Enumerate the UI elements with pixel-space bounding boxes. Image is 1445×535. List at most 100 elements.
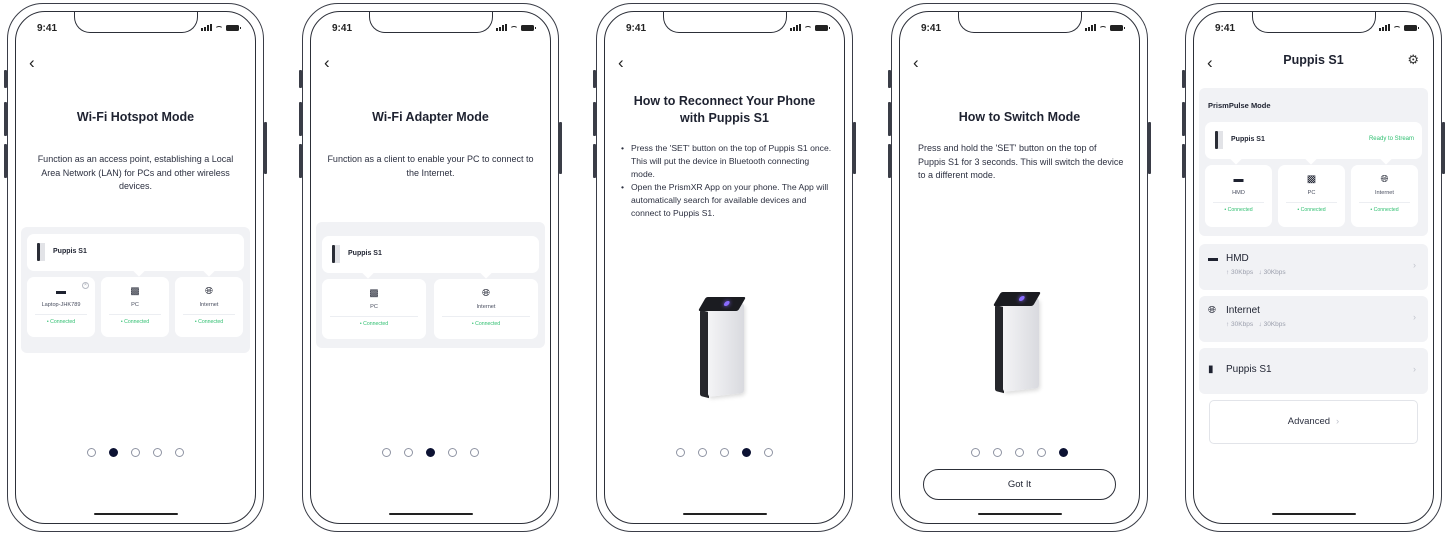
node-card[interactable]: ▩ PC • Connected [322,279,426,339]
screen: 9:41 ‹ Wi-Fi Hotspot Mode Function as an… [15,11,256,524]
list-item-speed: ↑ 30Kbps ↓ 30Kbps [1226,269,1286,276]
router-icon: ▮ [1208,364,1214,375]
node-card[interactable]: ▩ PC • Connected [1278,165,1345,227]
page-dot[interactable] [175,448,184,457]
node-card[interactable]: 🌐︎ Internet • Connected [175,277,243,337]
power-button [559,122,562,174]
divider [1286,202,1337,203]
divider [35,314,87,315]
page-dot[interactable] [382,448,391,457]
list-item-device[interactable]: ▮ Puppis S1 › [1199,348,1428,394]
page-dot[interactable] [993,448,1002,457]
divider [1359,202,1410,203]
phone-device-detail: 9:41 ‹ Puppis S1 ⚙︎ PrismPulse Mode Pupp… [1182,3,1445,532]
globe-icon: 🌐︎ [205,286,213,297]
home-indicator[interactable] [93,513,178,515]
pc-icon: ▩ [130,286,140,297]
node-label: HMD [1232,190,1245,196]
gear-icon[interactable]: ⚙︎ [1407,52,1419,68]
status-icons [496,24,536,32]
list-item-speed: ↑ 30Kbps ↓ 30Kbps [1226,321,1286,328]
page-description: Function as a client to enable your PC t… [327,154,534,178]
chevron-right-icon: › [1336,416,1340,427]
device-card[interactable]: Puppis S1 [322,236,539,273]
status-time: 9:41 [626,23,647,34]
node-card[interactable]: × ▬ Laptop-JHK789 • Connected [27,277,95,337]
pc-icon: ▩ [369,288,379,299]
phone-adapter-mode: 9:41 ‹ Wi-Fi Adapter Mode Function as a … [299,3,562,532]
mode-panel: PrismPulse Mode Puppis S1 Ready to Strea… [1199,88,1428,236]
node-card[interactable]: ▬ HMD • Connected [1205,165,1272,227]
chevron-right-icon: › [1413,312,1416,322]
page-dot[interactable] [448,448,457,457]
router-icon [1215,131,1223,149]
notch [368,12,493,33]
got-it-button[interactable]: Got It [923,469,1116,500]
home-indicator[interactable] [388,513,473,515]
advanced-button[interactable]: Advanced › [1209,400,1418,444]
phone-hotspot-mode: 9:41 ‹ Wi-Fi Hotspot Mode Function as an… [4,3,267,532]
node-status: • Connected [120,319,150,325]
status-light-icon [1017,296,1026,301]
wifi-icon [1099,25,1107,32]
page-dot[interactable] [698,448,707,457]
node-label: PC [1307,190,1316,196]
page-description: Press and hold the 'SET' button on the t… [918,143,1124,180]
page-dot[interactable] [1015,448,1024,457]
node-status-text: Connected [1300,207,1326,213]
page-dot[interactable] [87,448,96,457]
side-button [888,70,891,88]
screen: 9:41 ‹ How to Reconnect Your Phone with … [604,11,845,524]
headset-icon: ▬ [56,286,66,297]
page-dot[interactable] [404,448,413,457]
page-dot-active[interactable] [1059,448,1068,457]
page-dot[interactable] [971,448,980,457]
page-title: Wi-Fi Adapter Mode [372,110,489,124]
notch [662,12,787,33]
node-card[interactable]: 🌐︎ Internet • Connected [434,279,538,339]
list-item-title: HMD [1226,253,1249,264]
home-indicator[interactable] [1271,513,1356,515]
list-item-hmd[interactable]: ▬ HMD ↑ 30Kbps ↓ 30Kbps › [1199,244,1428,290]
node-label: Internet [1375,190,1394,196]
page-dot-active[interactable] [742,448,751,457]
topology-panel: Puppis S1 ▩ PC • Connected 🌐︎ Internet •… [316,222,545,348]
page-dot-active[interactable] [426,448,435,457]
status-icons [790,24,830,32]
notch [73,12,198,33]
page-dot[interactable] [153,448,162,457]
home-indicator[interactable] [977,513,1062,515]
divider [330,316,418,317]
signal-icon [496,24,507,31]
notch [1251,12,1376,33]
headset-icon: ▬ [1208,253,1218,264]
list-item-internet[interactable]: 🌐︎ Internet ↑ 30Kbps ↓ 30Kbps › [1199,296,1428,342]
home-indicator[interactable] [682,513,767,515]
page-dot[interactable] [131,448,140,457]
page-dot[interactable] [1037,448,1046,457]
page-title: Wi-Fi Hotspot Mode [76,110,195,124]
back-icon[interactable]: ‹ [324,54,330,71]
wifi-icon [510,25,518,32]
wifi-icon [804,25,812,32]
divider [183,314,235,315]
node-card[interactable]: ▩ PC • Connected [101,277,169,337]
node-status: • Connected [359,321,389,327]
page-dot[interactable] [764,448,773,457]
topology-panel: Puppis S1 × ▬ Laptop-JHK789 • Connected … [21,227,250,353]
side-button [299,144,302,178]
node-status-text: Connected [1373,207,1399,213]
back-icon[interactable]: ‹ [618,54,624,71]
page-dot[interactable] [470,448,479,457]
node-card[interactable]: 🌐︎ Internet • Connected [1351,165,1418,227]
device-card[interactable]: Puppis S1 Ready to Stream [1205,122,1422,159]
back-icon[interactable]: ‹ [913,54,919,71]
device-card[interactable]: Puppis S1 [27,234,244,271]
page-dot[interactable] [676,448,685,457]
back-icon[interactable]: ‹ [29,54,35,71]
node-status-text: Connected [363,321,389,327]
node-status: • Connected [194,319,224,325]
divider [109,314,161,315]
page-dot-active[interactable] [109,448,118,457]
page-dot[interactable] [720,448,729,457]
